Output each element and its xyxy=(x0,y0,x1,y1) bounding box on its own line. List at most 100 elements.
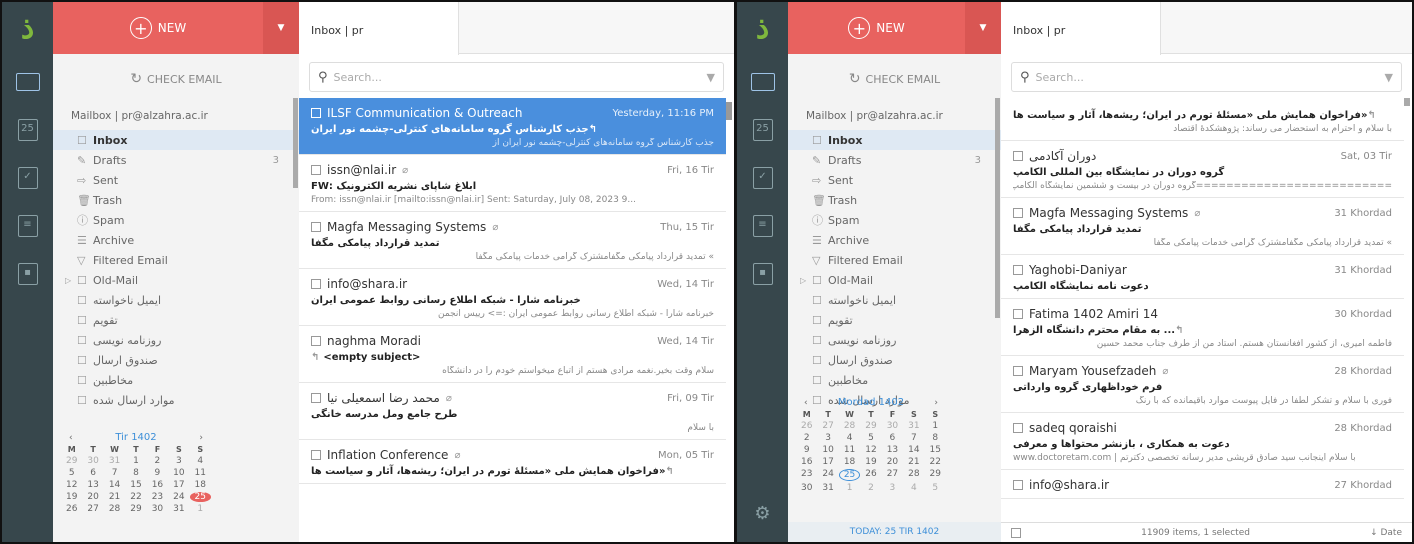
message-checkbox[interactable] xyxy=(311,393,321,403)
notes-icon[interactable]: ≡ xyxy=(737,206,788,246)
contacts-icon[interactable]: ▪ xyxy=(2,254,53,294)
message-checkbox[interactable] xyxy=(1013,366,1023,376)
calendar-day[interactable]: 5 xyxy=(860,433,881,443)
sidebar-scrollbar[interactable] xyxy=(995,98,1000,318)
message-checkbox[interactable] xyxy=(311,336,321,346)
tasks-icon[interactable]: ✓ xyxy=(2,158,53,198)
calendar-day[interactable]: 20 xyxy=(82,492,103,502)
calendar-day[interactable]: 27 xyxy=(882,469,903,481)
new-dropdown-button[interactable]: ▼ xyxy=(263,2,299,54)
calendar-day[interactable]: 6 xyxy=(882,433,903,443)
message-checkbox[interactable] xyxy=(311,450,321,460)
message-item[interactable]: info@shara.ir 27 Khordad xyxy=(1001,470,1404,499)
calendar-day[interactable]: 7 xyxy=(104,468,125,478)
calendar-day[interactable]: 2 xyxy=(860,483,881,493)
notes-icon[interactable]: ≡ xyxy=(2,206,53,246)
calendar-day[interactable]: 21 xyxy=(104,492,125,502)
folder-item[interactable]: ▽ Filtered Email xyxy=(53,250,299,270)
calendar-day[interactable]: 4 xyxy=(190,456,211,466)
folder-item[interactable]: ☰ Archive xyxy=(53,230,299,250)
next-month-icon[interactable]: › xyxy=(199,433,203,443)
calendar-day[interactable]: 25 xyxy=(189,492,211,502)
calendar-day[interactable]: 18 xyxy=(190,480,211,490)
folder-item[interactable]: ☐ Inbox xyxy=(788,130,1001,150)
message-checkbox[interactable] xyxy=(1013,423,1023,433)
chevron-down-icon[interactable]: ▼ xyxy=(1385,71,1393,84)
message-item[interactable]: دوران آکادمی Sat, 03 Tir گروه دوران در نما… xyxy=(1001,141,1404,198)
expand-icon[interactable]: ▷ xyxy=(800,276,806,285)
message-checkbox[interactable] xyxy=(311,108,321,118)
calendar-day[interactable]: 14 xyxy=(104,480,125,490)
sort-button[interactable]: ↓ Date xyxy=(1370,528,1402,538)
calendar-day[interactable]: 19 xyxy=(61,492,82,502)
calendar-day[interactable]: 16 xyxy=(147,480,168,490)
message-item[interactable]: Magfa Messaging Systems ⌀ Thu, 15 Tir تمدید… xyxy=(299,212,726,269)
calendar-day[interactable]: 26 xyxy=(860,469,881,481)
message-item[interactable]: ↰«فراخوان همایش ملی «مسئلهٔ تورم در ایرا… xyxy=(1001,98,1404,141)
message-checkbox[interactable] xyxy=(311,222,321,232)
folder-item[interactable]: 🗑 Trash xyxy=(788,190,1001,210)
message-checkbox[interactable] xyxy=(1013,480,1023,490)
calendar-day[interactable]: 31 xyxy=(104,456,125,466)
calendar-day[interactable]: 29 xyxy=(61,456,82,466)
folder-item[interactable]: ☐ موارد ارسال شده xyxy=(53,390,299,410)
new-dropdown-button[interactable]: ▼ xyxy=(965,2,1001,54)
calendar-day[interactable]: 6 xyxy=(82,468,103,478)
calendar-day[interactable]: 28 xyxy=(903,469,924,481)
message-checkbox[interactable] xyxy=(1013,151,1023,161)
folder-item[interactable]: ☐ ایمیل ناخواسته xyxy=(53,290,299,310)
calendar-day[interactable]: 3 xyxy=(817,433,838,443)
contacts-icon[interactable]: ▪ xyxy=(737,254,788,294)
calendar-day[interactable]: 1 xyxy=(925,421,946,431)
calendar-day[interactable]: 2 xyxy=(147,456,168,466)
calendar-day[interactable]: 28 xyxy=(104,504,125,514)
message-checkbox[interactable] xyxy=(1013,265,1023,275)
folder-item[interactable]: ⇨ Sent xyxy=(53,170,299,190)
chevron-down-icon[interactable]: ▼ xyxy=(707,71,715,84)
message-item[interactable]: Maryam Yousefzadeh ⌀ 28 Khordad فرم خوداظها… xyxy=(1001,356,1404,413)
calendar-day[interactable]: 9 xyxy=(796,445,817,455)
folder-item[interactable]: ☐ صندوق ارسال xyxy=(53,350,299,370)
calendar-day[interactable]: 5 xyxy=(925,483,946,493)
calendar-day[interactable]: 11 xyxy=(839,445,860,455)
folder-item[interactable]: ⓘ Spam xyxy=(788,210,1001,230)
folder-item[interactable]: ☐ ایمیل ناخواسته xyxy=(788,290,1001,310)
calendar-day[interactable]: 30 xyxy=(796,483,817,493)
message-item[interactable]: محمد رضا اسمعیلی نیا ⌀ Fri, 09 Tir طرح جامع… xyxy=(299,383,726,440)
folder-item[interactable]: ☐ مخاطبین xyxy=(53,370,299,390)
new-button[interactable]: + NEW xyxy=(788,17,965,39)
prev-month-icon[interactable]: ‹ xyxy=(804,398,808,408)
calendar-day[interactable]: 22 xyxy=(125,492,146,502)
message-item[interactable]: ILSF Communication & Outreach Yesterday, … xyxy=(299,98,726,155)
message-item[interactable]: sadeq qoraishi 28 Khordad دعوت به همکاری ،… xyxy=(1001,413,1404,470)
check-email-button[interactable]: ↻ CHECK EMAIL xyxy=(788,54,1001,104)
calendar-day[interactable]: 17 xyxy=(168,480,189,490)
message-item[interactable]: Inflation Conference ⌀ Mon, 05 Tir ↰«فراخوا… xyxy=(299,440,726,484)
gear-icon[interactable]: ⚙ xyxy=(737,503,788,524)
calendar-day[interactable]: 18 xyxy=(839,457,860,467)
calendar-day[interactable]: 24 xyxy=(168,492,189,502)
message-item[interactable]: Yaghobi-Daniyar 31 Khordad دعوت نامه نمایش… xyxy=(1001,255,1404,299)
folder-item[interactable]: ▷ ☐ Old-Mail xyxy=(53,270,299,290)
select-all-checkbox[interactable] xyxy=(1011,527,1021,538)
calendar-day[interactable]: 5 xyxy=(61,468,82,478)
calendar-day[interactable]: 13 xyxy=(882,445,903,455)
folder-item[interactable]: ✎ Drafts 3 xyxy=(53,150,299,170)
calendar-day[interactable]: 26 xyxy=(796,421,817,431)
folder-item[interactable]: ☐ صندوق ارسال xyxy=(788,350,1001,370)
calendar-day[interactable]: 26 xyxy=(61,504,82,514)
message-item[interactable]: naghma Moradi Wed, 14 Tir ↰ <empty subject>… xyxy=(299,326,726,383)
calendar-day[interactable]: 30 xyxy=(147,504,168,514)
folder-item[interactable]: ▽ Filtered Email xyxy=(788,250,1001,270)
new-button[interactable]: + NEW xyxy=(53,17,263,39)
calendar-day[interactable]: 29 xyxy=(925,469,946,481)
calendar-day[interactable]: 11 xyxy=(190,468,211,478)
folder-item[interactable]: ✎ Drafts 3 xyxy=(788,150,1001,170)
folder-item[interactable]: ☰ Archive xyxy=(788,230,1001,250)
calendar-day[interactable]: 1 xyxy=(839,483,860,493)
search-input[interactable]: ⚲ Search... ▼ xyxy=(1011,62,1402,92)
calendar-day[interactable]: 17 xyxy=(817,457,838,467)
calendar-day[interactable]: 25 xyxy=(838,469,861,481)
calendar-day[interactable]: 24 xyxy=(817,469,838,481)
folder-item[interactable]: ☐ تقویم xyxy=(788,310,1001,330)
